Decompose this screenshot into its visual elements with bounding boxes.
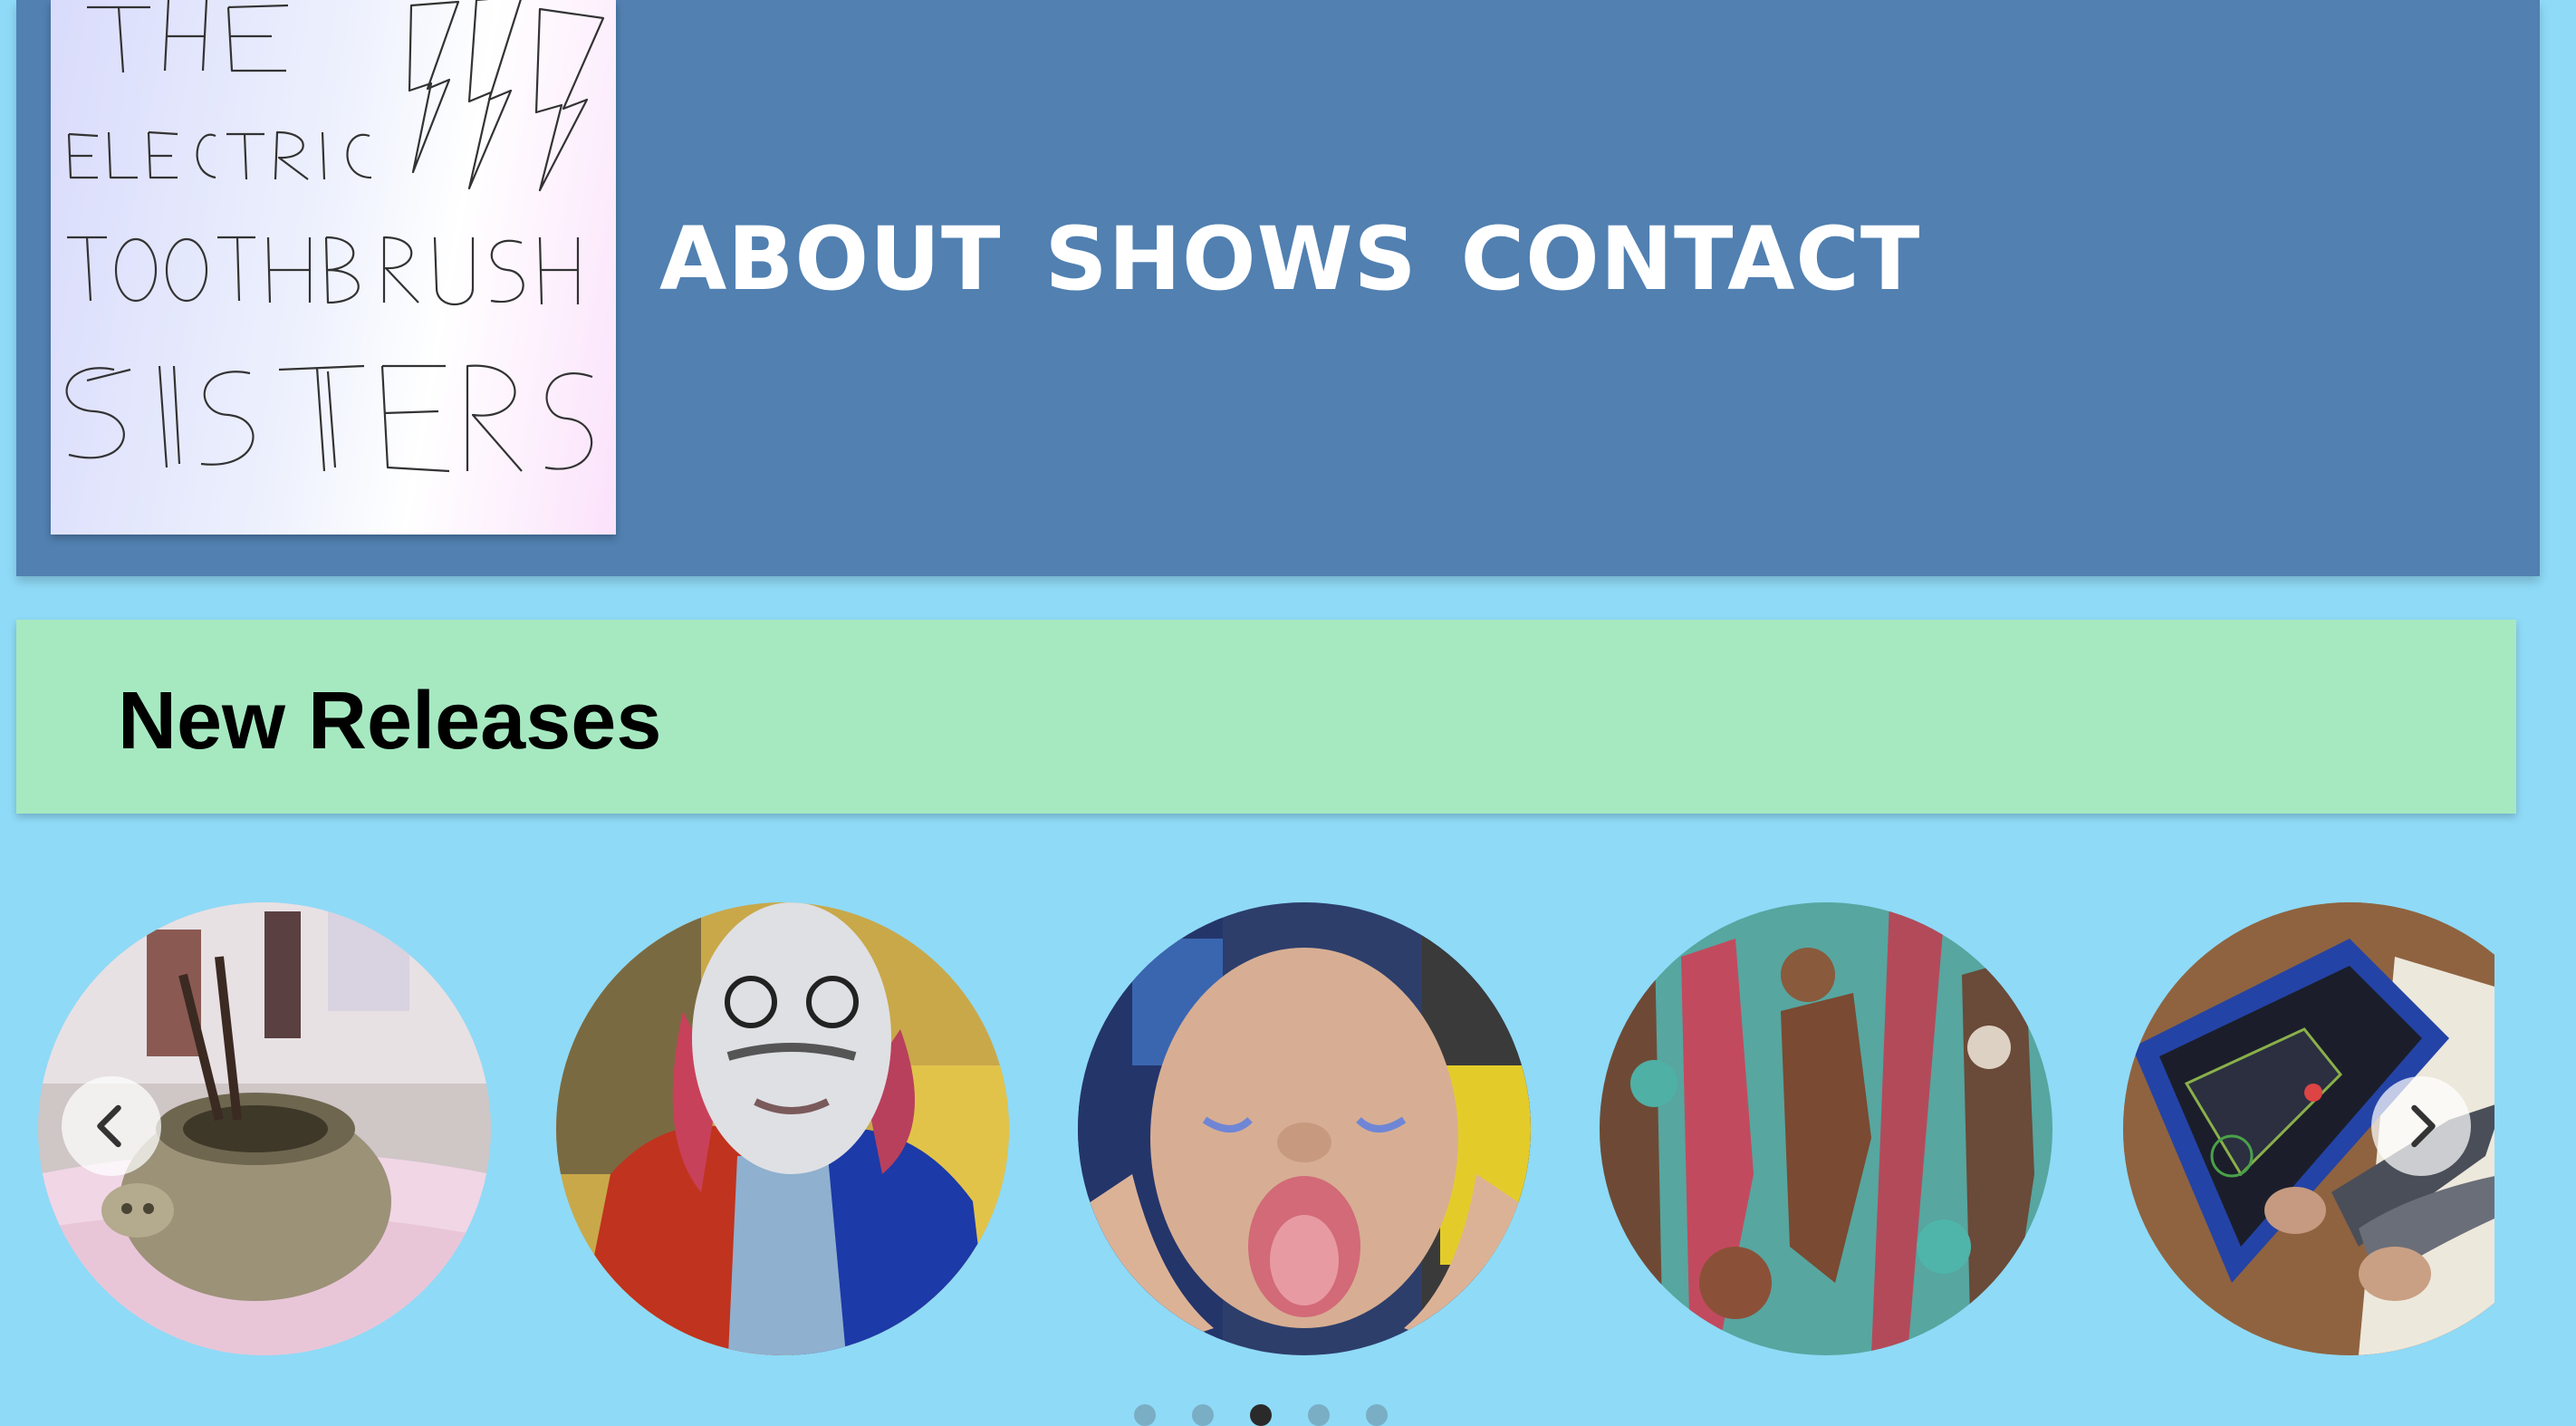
peeling-paint-image: [1600, 902, 2052, 1355]
carousel-dot-5[interactable]: [1366, 1404, 1388, 1426]
chevron-right-icon: [2411, 1104, 2436, 1148]
doll-head-image: [1078, 902, 1531, 1355]
release-slide-doll-head[interactable]: [1078, 902, 1531, 1355]
carousel-dot-4[interactable]: [1308, 1404, 1330, 1426]
carousel-dot-2[interactable]: [1192, 1404, 1214, 1426]
band-logo-artwork: [65, 0, 605, 473]
release-slide-masked-figure[interactable]: [556, 902, 1009, 1355]
release-slide-peeling-paint[interactable]: [1600, 902, 2052, 1355]
nav-link-contact[interactable]: CONTACT: [1461, 205, 1921, 313]
main-nav: ABOUT SHOWS CONTACT: [659, 205, 1920, 313]
carousel-next-button[interactable]: [2371, 1076, 2471, 1176]
carousel-prev-button[interactable]: [62, 1076, 161, 1176]
new-releases-heading: New Releases: [118, 676, 662, 766]
carousel-dot-3[interactable]: [1250, 1404, 1272, 1426]
carousel-pagination: [1134, 1404, 1388, 1426]
nav-link-shows[interactable]: SHOWS: [1045, 205, 1418, 313]
site-header: ABOUT SHOWS CONTACT: [16, 0, 2540, 576]
nav-link-about[interactable]: ABOUT: [659, 205, 1002, 313]
masked-figure-image: [556, 902, 1009, 1355]
band-logo[interactable]: [51, 0, 616, 535]
release-carousel: [38, 897, 2494, 1368]
new-releases-banner: New Releases: [16, 620, 2516, 814]
carousel-dot-1[interactable]: [1134, 1404, 1156, 1426]
chevron-left-icon: [97, 1104, 121, 1148]
